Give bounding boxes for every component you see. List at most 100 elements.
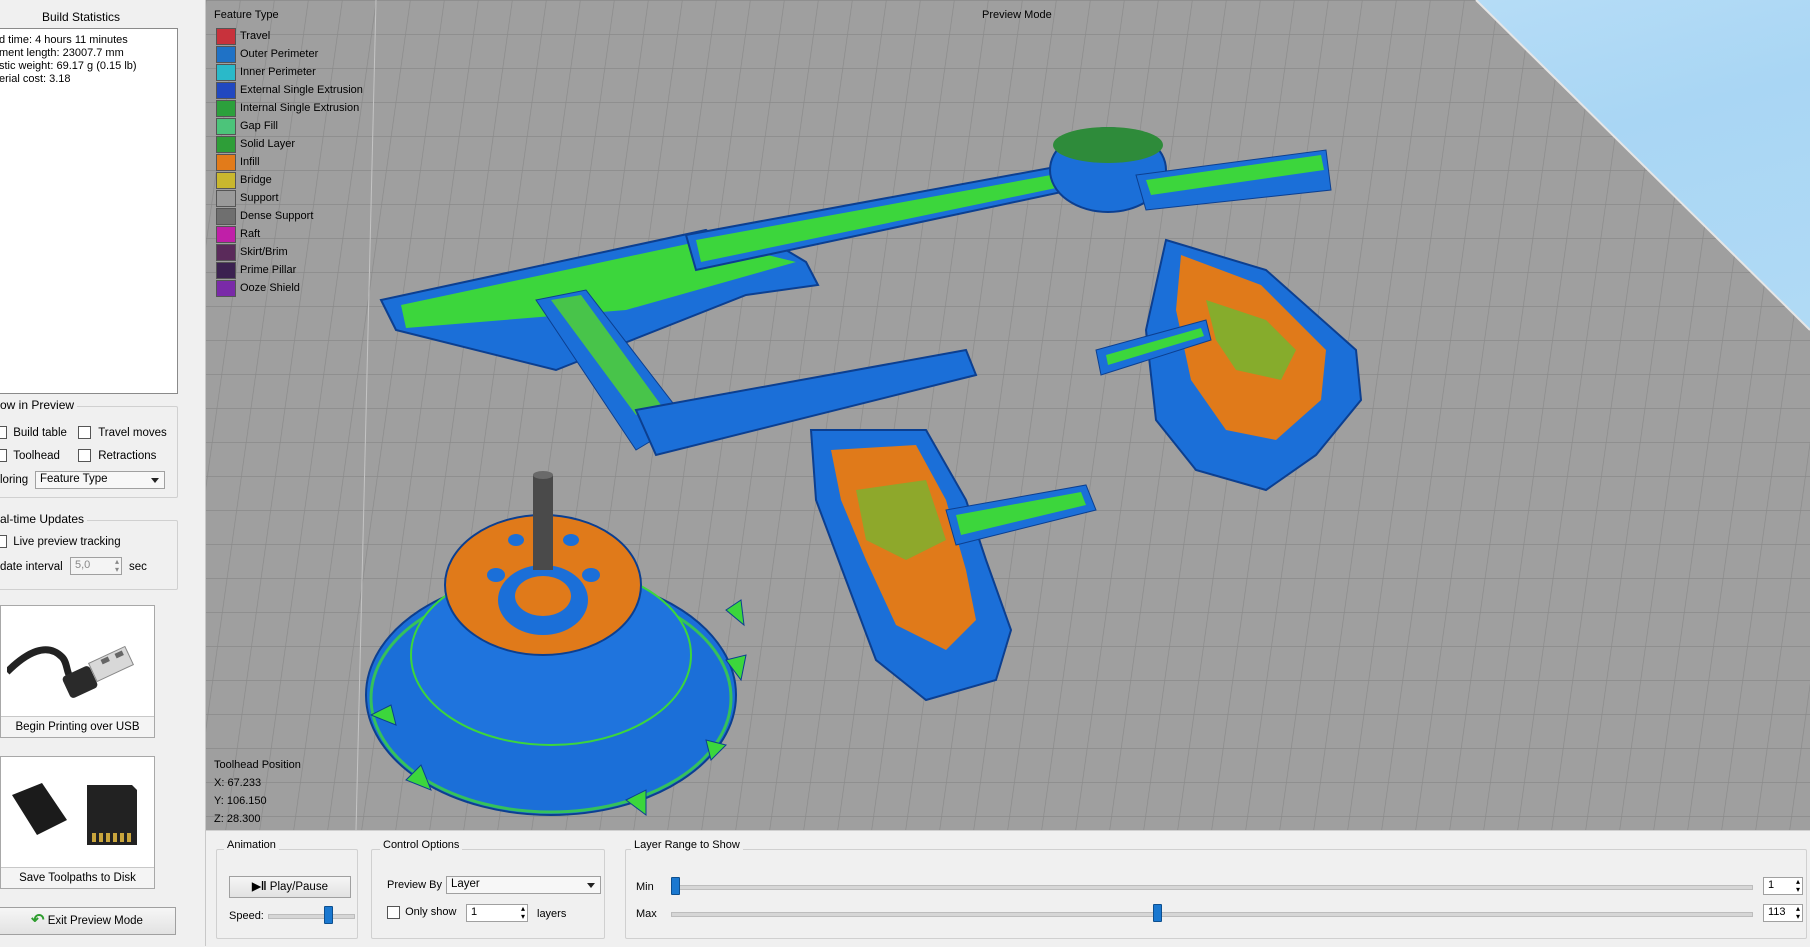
legend-label: Internal Single Extrusion — [240, 102, 360, 114]
min-layer-spinbox[interactable]: 1 ▴ ▾ — [1763, 877, 1803, 895]
legend-item: Internal Single Extrusion — [216, 99, 363, 117]
spin-arrows-icon[interactable]: ▴ ▾ — [521, 905, 525, 921]
travel-moves-checkbox[interactable] — [78, 426, 91, 439]
legend-item: Prime Pillar — [216, 261, 363, 279]
toolhead-position-title: Toolhead Position — [214, 759, 301, 771]
stat-material-cost: erial cost: 3.18 — [0, 73, 71, 85]
stat-filament-length: ment length: 23007.7 mm — [0, 47, 124, 59]
legend-swatch — [216, 171, 236, 189]
travel-moves-checkbox-row[interactable]: Travel moves — [78, 426, 167, 439]
save-toolpaths-button[interactable]: Save Toolpaths to Disk — [0, 756, 155, 889]
chevron-down-icon — [587, 883, 595, 888]
part-gear — [365, 471, 747, 816]
exit-preview-label: Exit Preview Mode — [47, 915, 143, 928]
legend-label: Travel — [240, 30, 271, 42]
legend-swatch — [216, 189, 236, 207]
max-slider-track[interactable] — [671, 912, 1753, 917]
legend-item: Solid Layer — [216, 135, 363, 153]
build-table-checkbox-row[interactable]: Build table — [0, 426, 67, 439]
only-show-checkbox-row[interactable]: Only show — [387, 906, 456, 919]
build-statistics-title: Build Statistics — [42, 10, 121, 24]
stat-build-time: d time: 4 hours 11 minutes — [0, 34, 128, 46]
only-show-spinbox[interactable]: 1 ▴ ▾ — [466, 904, 528, 922]
part-crank — [1049, 127, 1363, 492]
build-table-checkbox[interactable] — [0, 426, 7, 439]
save-toolpaths-label: Save Toolpaths to Disk — [1, 867, 154, 888]
travel-moves-label: Travel moves — [98, 426, 167, 439]
min-label: Min — [636, 881, 654, 893]
print-usb-button[interactable]: Begin Printing over USB — [0, 605, 155, 738]
legend-label: Solid Layer — [240, 138, 296, 150]
print-usb-label: Begin Printing over USB — [1, 716, 154, 737]
legend-item: Infill — [216, 153, 363, 171]
legend-label: Outer Perimeter — [240, 48, 319, 60]
toolhead-label: Toolhead — [13, 449, 60, 462]
update-interval-spinbox[interactable]: 5,0 ▴ ▾ — [70, 557, 122, 575]
speed-slider-handle[interactable] — [323, 906, 333, 924]
legend-item: External Single Extrusion — [216, 81, 363, 99]
legend-item: Bridge — [216, 171, 363, 189]
spin-arrows-icon[interactable]: ▴ ▾ — [1796, 878, 1800, 894]
min-slider-handle[interactable] — [671, 877, 680, 895]
legend-item: Travel — [216, 27, 363, 45]
legend-label: Gap Fill — [240, 120, 278, 132]
toolhead-x: X: 67.233 — [214, 777, 262, 789]
update-interval-label: date interval — [0, 561, 63, 573]
legend-swatch — [216, 81, 236, 99]
back-arrow-icon: ↶ — [31, 912, 45, 929]
realtime-updates-title: al-time Updates — [0, 512, 88, 526]
legend-label: External Single Extrusion — [240, 84, 363, 96]
coloring-dropdown[interactable]: Feature Type — [35, 471, 165, 489]
speed-label: Speed: — [229, 910, 264, 922]
live-tracking-checkbox[interactable] — [0, 535, 7, 548]
feature-type-legend: Travel Outer Perimeter Inner Perimeter Exte… — [216, 27, 363, 297]
max-slider-handle[interactable] — [1153, 904, 1162, 922]
live-tracking-checkbox-row[interactable]: Live preview tracking — [0, 535, 121, 548]
retractions-checkbox[interactable] — [78, 449, 91, 462]
max-layer-spinbox[interactable]: 113 ▴ ▾ — [1763, 904, 1803, 922]
preview-mode-title: Preview Mode — [982, 9, 1052, 21]
animation-title: Animation — [224, 839, 279, 851]
only-show-label: Only show — [405, 906, 457, 919]
update-interval-unit: sec — [129, 561, 147, 573]
usb-cable-icon — [7, 645, 135, 698]
sd-card-icon — [12, 783, 137, 845]
legend-swatch — [216, 27, 236, 45]
layer-range-title: Layer Range to Show — [631, 839, 743, 851]
retractions-checkbox-row[interactable]: Retractions — [78, 449, 156, 462]
play-pause-label: Play/Pause — [269, 881, 328, 893]
legend-item: Gap Fill — [216, 117, 363, 135]
realtime-updates-group — [0, 520, 178, 590]
play-pause-icon: ▶‖ — [252, 881, 267, 893]
legend-swatch — [216, 153, 236, 171]
toolhead-checkbox-row[interactable]: Toolhead — [0, 449, 60, 462]
spin-arrows-icon[interactable]: ▴ ▾ — [1796, 905, 1800, 921]
bottom-controls: Animation ▶‖ Play/Pause Speed: Control O… — [206, 830, 1810, 947]
toolhead-z: Z: 28.300 — [214, 813, 261, 825]
exit-preview-button[interactable]: ↶ Exit Preview Mode — [0, 907, 176, 935]
min-layer-value: 1 — [1768, 879, 1775, 891]
live-tracking-label: Live preview tracking — [13, 535, 121, 548]
min-slider-track[interactable] — [671, 885, 1753, 890]
toolhead-y: Y: 106.150 — [214, 795, 267, 807]
3d-preview-viewport[interactable]: Feature Type Travel Outer Perimeter Inner … — [206, 0, 1810, 830]
layer-range-group — [625, 849, 1807, 939]
play-pause-button[interactable]: ▶‖ Play/Pause — [229, 876, 351, 898]
build-statistics-box: d time: 4 hours 11 minutes ment length: … — [0, 28, 178, 394]
spin-arrows-icon[interactable]: ▴ ▾ — [115, 558, 119, 574]
legend-label: Ooze Shield — [240, 282, 300, 294]
only-show-checkbox[interactable] — [387, 906, 400, 919]
toolhead-checkbox[interactable] — [0, 449, 7, 462]
legend-label: Inner Perimeter — [240, 66, 316, 78]
legend-label: Dense Support — [240, 210, 314, 222]
preview-by-dropdown[interactable]: Layer — [446, 876, 601, 894]
legend-item: Raft — [216, 225, 363, 243]
legend-swatch — [216, 261, 236, 279]
legend-label: Raft — [240, 228, 261, 240]
toolpath-preview — [365, 127, 1363, 816]
part-long-bracket — [379, 228, 978, 457]
speed-slider-track[interactable] — [268, 914, 355, 919]
retractions-label: Retractions — [98, 449, 157, 462]
only-show-value: 1 — [471, 906, 478, 918]
layers-label: layers — [537, 908, 567, 920]
